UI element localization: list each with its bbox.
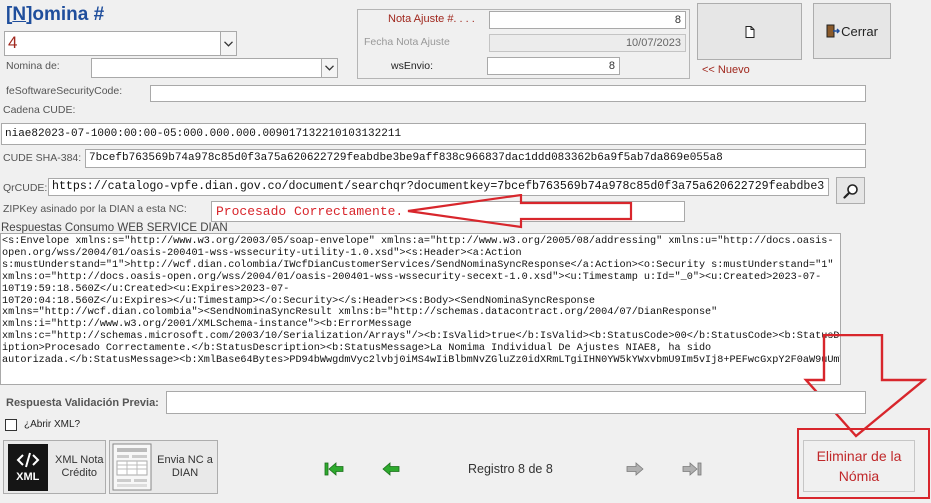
ws-envio-label: wsEnvio: bbox=[391, 60, 434, 72]
response-xml-textarea[interactable]: <s:Envelope xmlns:s="http://www.w3.org/2… bbox=[0, 233, 841, 385]
cadena-cude-value: niae82023-07-1000:00:00-05:000.000.000.0… bbox=[5, 128, 402, 140]
title-rest: omina # bbox=[32, 4, 105, 25]
xml-nota-credito-label: XML Nota Crédito bbox=[55, 454, 104, 479]
nomina-de-combo[interactable] bbox=[91, 58, 338, 78]
form-document-icon bbox=[112, 443, 152, 491]
last-record-button[interactable] bbox=[680, 459, 704, 479]
first-record-icon bbox=[324, 462, 344, 476]
next-record-icon bbox=[626, 462, 644, 476]
envia-nc-dian-button[interactable]: Envia NC a DIAN bbox=[109, 440, 218, 494]
xml-file-icon: XML bbox=[8, 443, 48, 491]
response-xml-text: <s:Envelope xmlns:s="http://www.w3.org/2… bbox=[2, 236, 841, 367]
nota-ajuste-field[interactable]: 8 bbox=[489, 11, 686, 29]
record-counter: Registro 8 de 8 bbox=[468, 462, 553, 476]
first-record-button[interactable] bbox=[322, 459, 346, 479]
validacion-field[interactable] bbox=[166, 391, 866, 414]
search-icon bbox=[842, 183, 858, 199]
eliminar-label: Eliminar de la Nómia bbox=[816, 448, 902, 484]
security-code-field[interactable] bbox=[150, 85, 866, 102]
new-document-button[interactable] bbox=[697, 3, 802, 60]
abrir-xml-checkbox[interactable] bbox=[5, 419, 17, 431]
annotation-arrow-down-icon bbox=[803, 334, 928, 438]
cadena-cude-label: Cadena CUDE: bbox=[3, 104, 76, 116]
nomina-number-combo[interactable]: 4 bbox=[4, 31, 237, 56]
cerrar-label: Cerrar bbox=[841, 23, 878, 39]
qr-cude-label: QrCUDE: bbox=[3, 182, 48, 194]
abrir-xml-label: ¿Abrir XML? bbox=[24, 419, 81, 430]
security-code-label: feSoftwareSecurityCode: bbox=[6, 85, 123, 97]
ws-envio-value: 8 bbox=[608, 60, 615, 72]
zipkey-label: ZIPKey asinado por la DIAN a esta NC: bbox=[3, 203, 187, 215]
cude-sha-value: 7bcefb763569b74a978c85d0f3a75a620622729f… bbox=[89, 152, 723, 164]
last-record-icon bbox=[682, 462, 702, 476]
cadena-cude-field[interactable]: niae82023-07-1000:00:00-05:000.000.000.0… bbox=[1, 123, 866, 145]
cude-sha-label: CUDE SHA-384: bbox=[3, 152, 82, 164]
cude-sha-field[interactable]: 7bcefb763569b74a978c85d0f3a75a620622729f… bbox=[85, 149, 866, 168]
exit-door-icon bbox=[826, 24, 841, 38]
page-title: [N]omina # bbox=[6, 4, 104, 26]
title-hotkey-letter: N bbox=[12, 4, 27, 25]
chevron-down-icon[interactable] bbox=[321, 59, 337, 77]
nota-ajuste-label: Nota Ajuste #. . . . bbox=[388, 13, 475, 25]
qr-cude-value: https://catalogo-vpfe.dian.gov.co/docume… bbox=[52, 180, 825, 193]
chevron-down-icon[interactable] bbox=[220, 32, 236, 55]
qr-search-button[interactable] bbox=[836, 177, 865, 204]
validacion-label: Respuesta Validación Previa: bbox=[6, 397, 159, 409]
xml-nota-credito-button[interactable]: XML XML Nota Crédito bbox=[3, 440, 106, 494]
envia-nc-dian-label: Envia NC a DIAN bbox=[157, 454, 213, 479]
nota-ajuste-value: 8 bbox=[674, 14, 681, 26]
fecha-nota-label: Fecha Nota Ajuste bbox=[364, 36, 450, 48]
next-record-button[interactable] bbox=[623, 459, 647, 479]
ws-envio-field[interactable]: 8 bbox=[487, 57, 620, 75]
cerrar-button[interactable]: Cerrar bbox=[813, 3, 891, 59]
fecha-nota-value: 10/07/2023 bbox=[625, 37, 681, 49]
nomina-de-label: Nomina de: bbox=[6, 60, 60, 72]
fecha-nota-field: 10/07/2023 bbox=[489, 34, 686, 52]
document-icon bbox=[745, 25, 754, 38]
nuevo-link[interactable]: << Nuevo bbox=[702, 64, 750, 76]
eliminar-button[interactable]: Eliminar de la Nómia bbox=[803, 440, 915, 492]
previous-record-button[interactable] bbox=[379, 459, 403, 479]
annotation-arrow-left-icon bbox=[407, 194, 633, 229]
previous-record-icon bbox=[382, 462, 400, 476]
zipkey-value: Procesado Correctamente. bbox=[216, 204, 404, 219]
nomina-number-value: 4 bbox=[8, 33, 18, 52]
